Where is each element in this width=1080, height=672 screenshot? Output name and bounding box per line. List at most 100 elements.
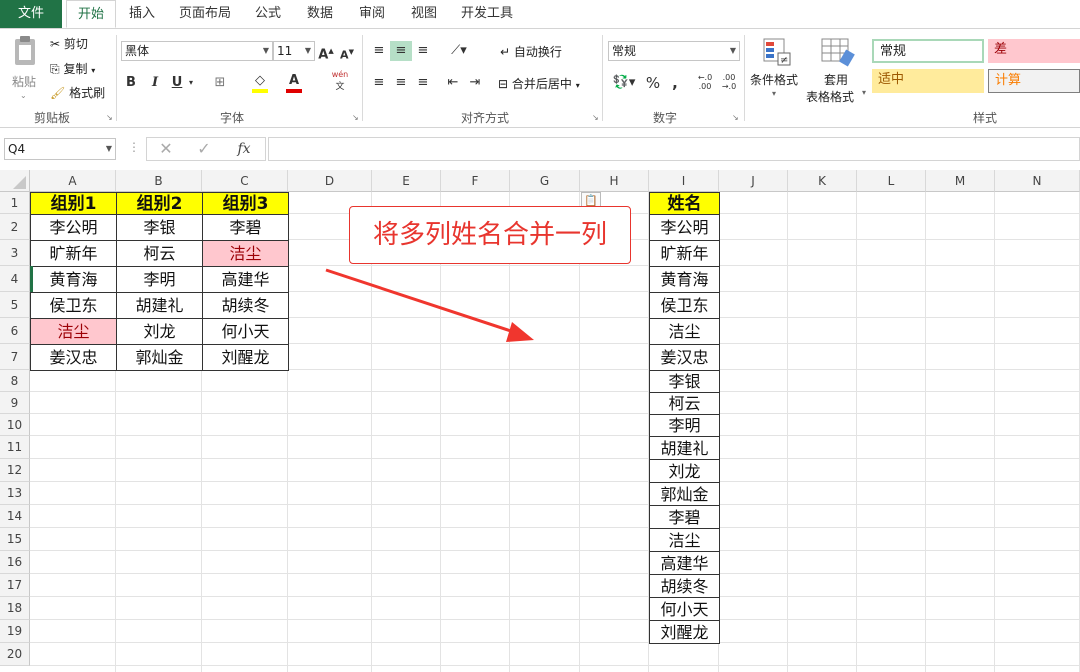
- row-header-3[interactable]: 3: [0, 240, 30, 266]
- row-header-1[interactable]: 1: [0, 192, 30, 214]
- tab-home[interactable]: 开始: [66, 0, 116, 28]
- number-format-combo[interactable]: 常规 ▼: [608, 41, 740, 61]
- comma-button[interactable]: ,: [668, 73, 682, 93]
- table-cell[interactable]: 李公明: [30, 214, 117, 241]
- increase-decimal-icon[interactable]: ←.0.00: [696, 73, 714, 93]
- column-header-n[interactable]: N: [995, 170, 1080, 192]
- name-list-cell[interactable]: 洁尘: [649, 318, 720, 345]
- bold-button[interactable]: B: [124, 73, 138, 93]
- name-list-cell[interactable]: 侯卫东: [649, 292, 720, 319]
- confirm-icon[interactable]: ✓: [195, 139, 213, 159]
- format-painter-button[interactable]: 🖌 格式刷: [50, 84, 105, 101]
- row-header-6[interactable]: 6: [0, 318, 30, 344]
- increase-indent-icon[interactable]: ⇥: [466, 73, 484, 93]
- table-header-cell[interactable]: 组别1: [30, 192, 117, 215]
- paste-button[interactable]: 粘贴 ⌄: [10, 35, 40, 105]
- style-calculation[interactable]: 计算: [988, 69, 1080, 93]
- row-header-13[interactable]: 13: [0, 482, 30, 505]
- dialog-launcher-icon[interactable]: ↘: [106, 113, 113, 122]
- align-top-icon[interactable]: ≡: [370, 41, 388, 61]
- format-as-table-button[interactable]: 套用 表格格式 ▾: [806, 37, 868, 107]
- cancel-icon[interactable]: ✕: [157, 139, 175, 159]
- name-list-cell[interactable]: 黄育海: [649, 266, 720, 293]
- name-list-cell[interactable]: 胡建礼: [649, 436, 720, 460]
- name-list-cell[interactable]: 胡续冬: [649, 574, 720, 598]
- shrink-font-button[interactable]: A▼: [340, 42, 354, 62]
- table-header-cell[interactable]: 组别2: [116, 192, 203, 215]
- row-header-12[interactable]: 12: [0, 459, 30, 482]
- name-list-cell[interactable]: 何小天: [649, 597, 720, 621]
- style-neutral[interactable]: 适中: [872, 69, 984, 93]
- currency-icon[interactable]: 💱▾: [610, 73, 638, 93]
- align-center-icon[interactable]: ≡: [392, 73, 410, 93]
- name-list-header[interactable]: 姓名: [649, 192, 720, 215]
- wrap-text-button[interactable]: ↵ 自动换行: [500, 43, 562, 60]
- table-header-cell[interactable]: 组别3: [202, 192, 289, 215]
- column-header-f[interactable]: F: [441, 170, 510, 192]
- column-header-d[interactable]: D: [288, 170, 372, 192]
- formula-input[interactable]: [268, 137, 1080, 161]
- table-cell[interactable]: 胡续冬: [202, 292, 289, 319]
- decrease-decimal-icon[interactable]: .00 →.0: [720, 73, 738, 93]
- name-list-cell[interactable]: 李碧: [649, 505, 720, 529]
- tab-page-layout[interactable]: 页面布局: [172, 0, 238, 28]
- percent-button[interactable]: %: [644, 73, 662, 93]
- table-cell[interactable]: 姜汉忠: [30, 344, 117, 371]
- table-cell[interactable]: 李明: [116, 266, 203, 293]
- column-header-a[interactable]: A: [30, 170, 116, 192]
- name-list-cell[interactable]: 刘醒龙: [649, 620, 720, 644]
- conditional-format-button[interactable]: ≠ 条件格式 ▾: [750, 37, 798, 107]
- table-cell[interactable]: 刘醒龙: [202, 344, 289, 371]
- dialog-launcher-icon[interactable]: ↘: [592, 113, 599, 122]
- name-box[interactable]: Q4 ▼: [4, 138, 116, 160]
- decrease-indent-icon[interactable]: ⇤: [444, 73, 462, 93]
- row-header-10[interactable]: 10: [0, 414, 30, 436]
- column-header-e[interactable]: E: [372, 170, 441, 192]
- column-header-k[interactable]: K: [788, 170, 857, 192]
- row-header-8[interactable]: 8: [0, 370, 30, 392]
- table-cell[interactable]: 李银: [116, 214, 203, 241]
- row-header-2[interactable]: 2: [0, 214, 30, 240]
- table-cell[interactable]: 黄育海: [30, 266, 117, 293]
- dialog-launcher-icon[interactable]: ↘: [732, 113, 739, 122]
- row-header-7[interactable]: 7: [0, 344, 30, 370]
- name-list-cell[interactable]: 旷新年: [649, 240, 720, 267]
- name-list-cell[interactable]: 刘龙: [649, 459, 720, 483]
- dialog-launcher-icon[interactable]: ↘: [352, 113, 359, 122]
- column-header-h[interactable]: H: [580, 170, 649, 192]
- table-cell[interactable]: 李碧: [202, 214, 289, 241]
- name-list-cell[interactable]: 郭灿金: [649, 482, 720, 506]
- style-normal[interactable]: 常规: [872, 39, 984, 63]
- tab-file[interactable]: 文件: [0, 0, 62, 28]
- table-cell[interactable]: 柯云: [116, 240, 203, 267]
- chevron-down-icon[interactable]: ▾: [186, 73, 196, 93]
- row-header-4[interactable]: 4: [0, 266, 30, 292]
- tab-insert[interactable]: 插入: [120, 0, 164, 28]
- row-header-5[interactable]: 5: [0, 292, 30, 318]
- table-cell[interactable]: 刘龙: [116, 318, 203, 345]
- row-header-15[interactable]: 15: [0, 528, 30, 551]
- table-cell[interactable]: 侯卫东: [30, 292, 117, 319]
- merge-center-button[interactable]: ⊟ 合并后居中 ▾: [498, 75, 580, 92]
- tab-review[interactable]: 审阅: [350, 0, 394, 28]
- column-header-b[interactable]: B: [116, 170, 202, 192]
- style-bad[interactable]: 差: [988, 39, 1080, 63]
- orientation-icon[interactable]: ⟋▾: [446, 41, 472, 61]
- table-cell[interactable]: 洁尘: [202, 240, 289, 267]
- table-cell[interactable]: 旷新年: [30, 240, 117, 267]
- underline-button[interactable]: U: [170, 73, 184, 93]
- name-list-cell[interactable]: 李银: [649, 370, 720, 393]
- row-header-14[interactable]: 14: [0, 505, 30, 528]
- tab-formulas[interactable]: 公式: [246, 0, 290, 28]
- align-right-icon[interactable]: ≡: [414, 73, 432, 93]
- align-left-icon[interactable]: ≡: [370, 73, 388, 93]
- name-list-cell[interactable]: 李公明: [649, 214, 720, 241]
- tab-data[interactable]: 数据: [298, 0, 342, 28]
- row-header-16[interactable]: 16: [0, 551, 30, 574]
- font-size-combo[interactable]: 11 ▼: [273, 41, 315, 61]
- column-header-g[interactable]: G: [510, 170, 580, 192]
- row-header-11[interactable]: 11: [0, 436, 30, 459]
- column-header-j[interactable]: J: [719, 170, 788, 192]
- font-color-button[interactable]: A: [284, 71, 304, 93]
- tab-view[interactable]: 视图: [402, 0, 446, 28]
